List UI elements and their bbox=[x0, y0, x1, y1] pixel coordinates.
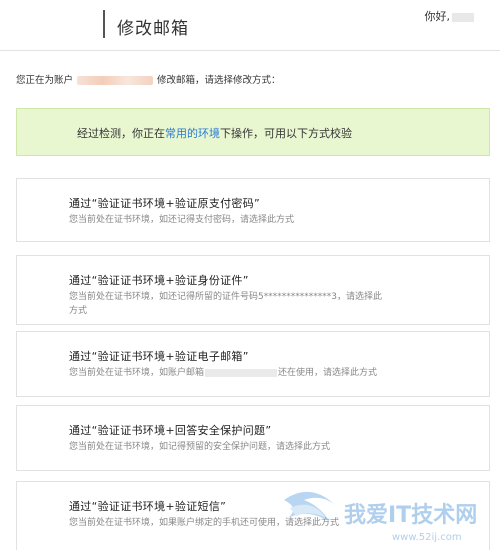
header-divider bbox=[103, 10, 105, 38]
top-header: 修改邮箱 你好, bbox=[0, 0, 500, 51]
user-greeting: 你好, bbox=[424, 8, 474, 24]
intro-text: 您正在为账户 修改邮箱，请选择修改方式： bbox=[16, 72, 281, 86]
intro-suffix: 修改邮箱，请选择修改方式： bbox=[157, 75, 281, 86]
notice-after: 下操作，可用以下方式校验 bbox=[220, 127, 352, 140]
option-title: 通过“验证证书环境+回答安全保护问题” bbox=[69, 424, 272, 437]
option-desc: 您当前处在证书环境，如还记得所留的证件号码5***************3，请… bbox=[69, 292, 382, 316]
greeting-text: 你好, bbox=[424, 10, 451, 23]
page-title: 修改邮箱 bbox=[117, 19, 189, 39]
option-desc: 您当前处在证书环境，如账户邮箱 还在使用，请选择此方式 bbox=[69, 366, 387, 380]
email-redacted bbox=[205, 368, 278, 377]
option-title: 通过“验证证书环境+验证身份证件” bbox=[69, 274, 249, 287]
option-title: 通过“验证证书环境+验证短信” bbox=[69, 500, 227, 513]
option-payment-password[interactable]: 通过“验证证书环境+验证原支付密码” 您当前处在证书环境，如还记得支付密码，请选… bbox=[16, 178, 490, 242]
common-environment-link[interactable]: 常用的环境 bbox=[165, 127, 220, 140]
option-desc-after: 还在使用，请选择此方式 bbox=[278, 368, 378, 378]
option-sms[interactable]: 通过“验证证书环境+验证短信” 您当前处在证书环境，如果账户绑定的手机还可使用，… bbox=[16, 481, 490, 550]
option-title: 通过“验证证书环境+验证原支付密码” bbox=[69, 197, 261, 210]
option-email[interactable]: 通过“验证证书环境+验证电子邮箱” 您当前处在证书环境，如账户邮箱 还在使用，请选… bbox=[16, 331, 490, 397]
environment-notice: 经过检测，你正在常用的环境下操作，可用以下方式校验 bbox=[16, 108, 490, 156]
option-desc: 您当前处在证书环境，如果账户绑定的手机还可使用，请选择此方式 bbox=[69, 518, 340, 528]
option-security-question[interactable]: 通过“验证证书环境+回答安全保护问题” 您当前处在证书环境，如记得预留的安全保护… bbox=[16, 405, 490, 471]
option-id-document[interactable]: 通过“验证证书环境+验证身份证件” 您当前处在证书环境，如还记得所留的证件号码5… bbox=[16, 255, 490, 325]
option-desc: 您当前处在证书环境，如还记得支付密码，请选择此方式 bbox=[69, 215, 295, 225]
option-desc-before: 您当前处在证书环境，如账户邮箱 bbox=[69, 368, 205, 378]
account-name-redacted bbox=[77, 76, 154, 85]
user-name-redacted bbox=[452, 12, 474, 22]
notice-text: 经过检测，你正在常用的环境下操作，可用以下方式校验 bbox=[77, 125, 352, 141]
option-title: 通过“验证证书环境+验证电子邮箱” bbox=[69, 350, 249, 363]
option-desc: 您当前处在证书环境，如记得预留的安全保护问题，请选择此方式 bbox=[69, 442, 331, 452]
notice-before: 经过检测，你正在 bbox=[77, 127, 165, 140]
intro-prefix: 您正在为账户 bbox=[16, 75, 74, 86]
